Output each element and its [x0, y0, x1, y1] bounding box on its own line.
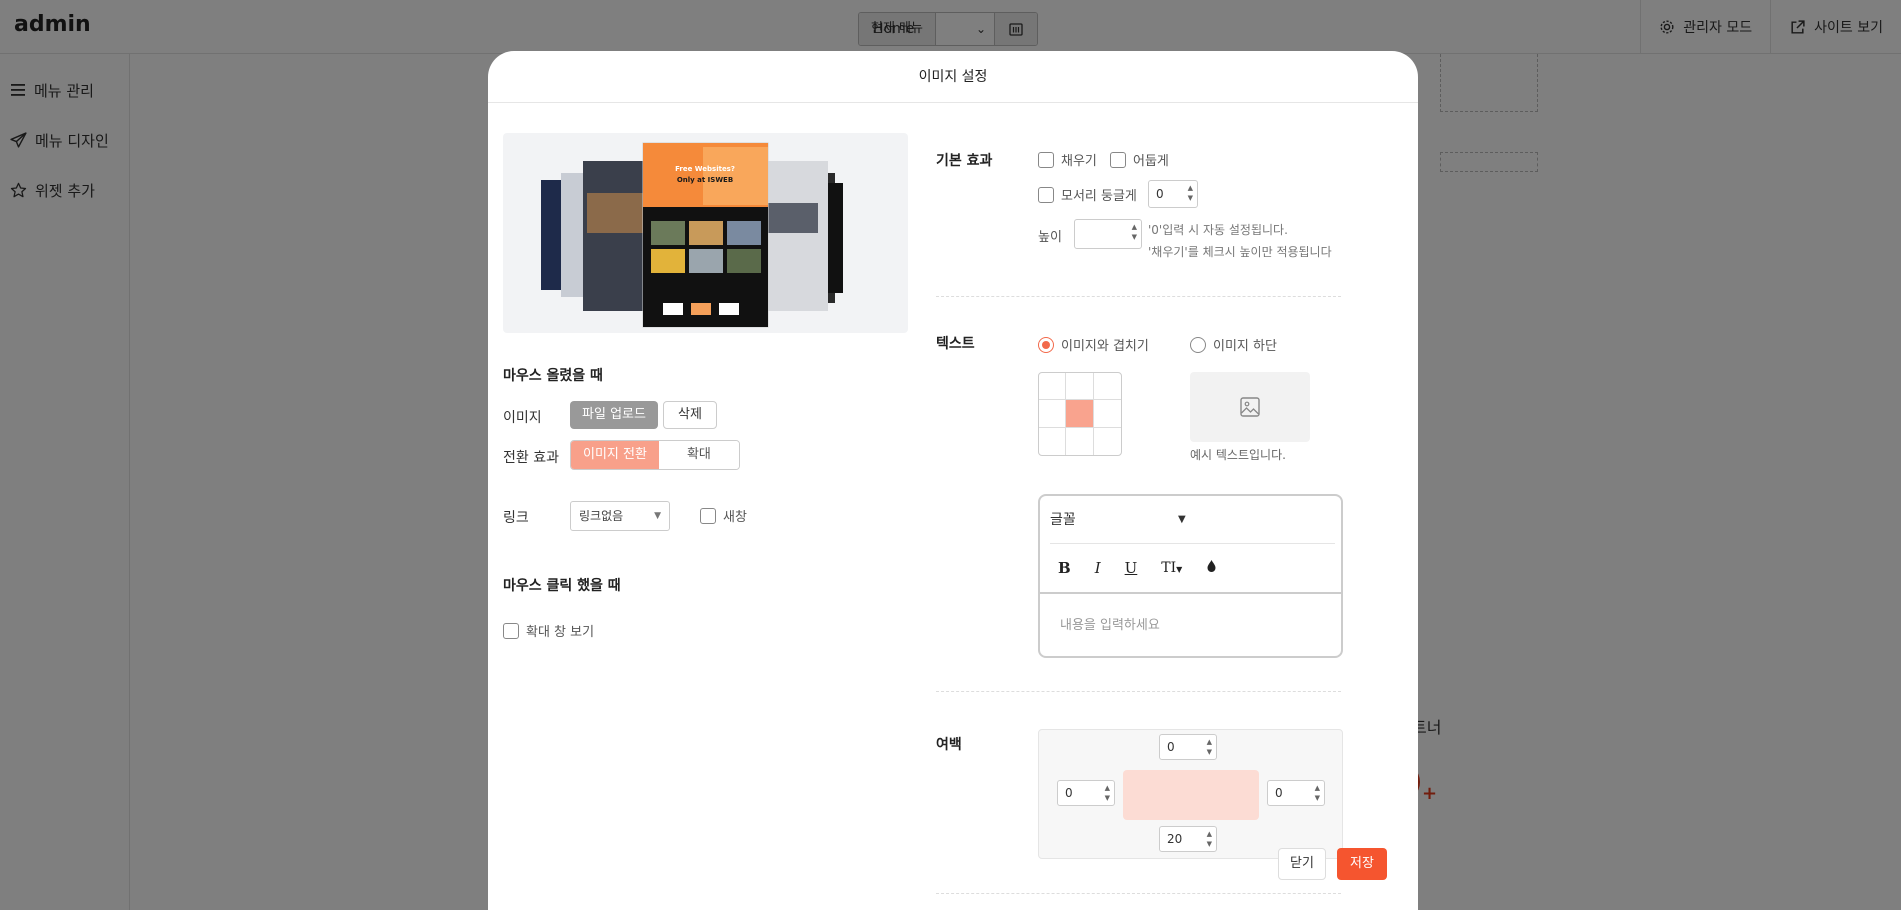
height-hint-line1: '0'입력 시 자동 설정됩니다.	[1148, 223, 1288, 237]
image-icon	[1240, 397, 1260, 417]
section-divider	[936, 691, 1341, 692]
text-color-button[interactable]	[1206, 559, 1217, 577]
bold-button[interactable]: B	[1058, 559, 1071, 577]
height-input[interactable]: ▲ ▼	[1074, 219, 1142, 249]
dark-checkbox[interactable]: 어둡게	[1110, 150, 1169, 169]
close-button[interactable]: 닫기	[1278, 848, 1326, 880]
zoom-view-checkbox[interactable]: 확대 창 보기	[503, 621, 594, 640]
file-upload-button[interactable]: 파일 업로드	[570, 401, 658, 429]
preview-subheadline: Only at ISWEB	[677, 176, 733, 184]
link-label: 링크	[503, 510, 529, 526]
height-hint-line2: '채우기'를 체크시 높이만 적용됩니다	[1148, 245, 1332, 259]
text-editor: 글꼴 ▼ B I U TI▼ 내용을 입력하세요	[1038, 494, 1343, 658]
modal-title: 이미지 설정	[488, 51, 1418, 103]
underline-button[interactable]: U	[1125, 559, 1138, 577]
rounded-corners-input[interactable]: 0 ▲ ▼	[1148, 180, 1198, 208]
spinner-arrows-icon[interactable]: ▲ ▼	[1188, 183, 1193, 203]
checkbox-box[interactable]	[503, 622, 519, 639]
click-section-title: 마우스 클릭 했을 때	[503, 578, 621, 594]
link-select[interactable]: 링크없음 ▼	[570, 501, 670, 531]
spinner-arrows-icon[interactable]: ▲ ▼	[1132, 222, 1137, 242]
text-alignment-grid	[1038, 372, 1122, 456]
checkbox-box[interactable]	[1038, 186, 1054, 203]
transition-option-zoom[interactable]: 확대	[658, 441, 739, 469]
font-select-label: 글꼴	[1050, 512, 1076, 528]
transition-option-image-switch[interactable]: 이미지 전환	[571, 441, 659, 469]
italic-button[interactable]: I	[1095, 559, 1101, 577]
spinner-arrows-icon[interactable]: ▲ ▼	[1207, 829, 1212, 849]
zoom-view-label: 확대 창 보기	[526, 625, 595, 640]
basic-effect-title: 기본 효과	[936, 153, 993, 169]
text-preview-placeholder	[1190, 372, 1310, 442]
font-size-label: TI	[1161, 560, 1177, 576]
dark-label: 어둡게	[1133, 154, 1169, 169]
caret-down-icon: ▼	[1176, 565, 1183, 574]
text-position-overlay-radio[interactable]: 이미지와 겹치기	[1038, 335, 1149, 354]
fill-checkbox[interactable]: 채우기	[1038, 150, 1097, 169]
align-cell-bottom-left[interactable]	[1039, 427, 1067, 455]
new-window-checkbox[interactable]: 새창	[700, 506, 747, 525]
text-position-below-label: 이미지 하단	[1213, 339, 1277, 354]
hover-section-title: 마우스 올렸을 때	[503, 368, 603, 384]
align-cell-middle-center[interactable]	[1066, 400, 1094, 428]
save-button[interactable]: 저장	[1337, 848, 1387, 880]
margin-editor: 0 ▲ ▼ 0 ▲ ▼ 0 ▲ ▼ 20 ▲ ▼	[1038, 729, 1343, 859]
editor-content-input[interactable]: 내용을 입력하세요	[1040, 592, 1341, 656]
spinner-arrows-icon[interactable]: ▲ ▼	[1207, 737, 1212, 757]
transition-effect-toggle: 이미지 전환 확대	[570, 440, 740, 470]
radio-dot[interactable]	[1190, 336, 1206, 353]
image-label: 이미지	[503, 410, 542, 426]
delete-image-button[interactable]: 삭제	[663, 401, 717, 429]
droplet-icon	[1207, 560, 1216, 572]
caret-down-icon: ▼	[1178, 514, 1186, 525]
preview-headline: Free Websites?	[675, 165, 735, 173]
margin-section-title: 여백	[936, 737, 962, 753]
align-cell-bottom-right[interactable]	[1094, 428, 1121, 455]
margin-bottom-value: 20	[1167, 832, 1183, 846]
link-select-value: 링크없음	[579, 509, 624, 523]
spinner-arrows-icon[interactable]: ▲ ▼	[1105, 783, 1110, 803]
align-cell-middle-left[interactable]	[1039, 400, 1067, 428]
checkbox-box[interactable]	[700, 507, 716, 524]
rounded-corners-label: 모서리 둥글게	[1061, 189, 1137, 204]
spinner-arrows-icon[interactable]: ▲ ▼	[1315, 783, 1320, 803]
sample-text: 예시 텍스트입니다.	[1190, 448, 1286, 462]
font-size-button[interactable]: TI▼	[1161, 560, 1182, 576]
text-section-title: 텍스트	[936, 336, 975, 352]
text-position-overlay-label: 이미지와 겹치기	[1061, 339, 1149, 354]
caret-down-icon: ▼	[654, 511, 661, 521]
transition-effect-label: 전환 효과	[503, 450, 559, 466]
fill-label: 채우기	[1061, 154, 1097, 169]
rounded-corners-checkbox[interactable]: 모서리 둥글게	[1038, 185, 1137, 204]
image-settings-modal: 이미지 설정 Free Websites? Only at ISWEB 마우스 …	[488, 51, 1418, 910]
margin-left-value: 0	[1065, 786, 1073, 800]
margin-bottom-input[interactable]: 20 ▲ ▼	[1159, 826, 1217, 852]
image-preview: Free Websites? Only at ISWEB	[503, 133, 908, 333]
margin-left-input[interactable]: 0 ▲ ▼	[1057, 780, 1115, 806]
align-cell-middle-right[interactable]	[1093, 400, 1121, 428]
section-divider	[936, 893, 1341, 894]
rounded-corners-value: 0	[1156, 187, 1164, 201]
margin-right-value: 0	[1275, 786, 1283, 800]
align-cell-top-center[interactable]	[1066, 373, 1094, 401]
section-divider	[936, 296, 1341, 297]
align-cell-top-right[interactable]	[1093, 373, 1121, 401]
website-mockup-illustration: Free Websites? Only at ISWEB	[541, 142, 843, 328]
checkbox-box[interactable]	[1038, 151, 1054, 168]
font-select[interactable]: 글꼴 ▼	[1050, 496, 1335, 544]
checkbox-box[interactable]	[1110, 151, 1126, 168]
margin-top-input[interactable]: 0 ▲ ▼	[1159, 734, 1217, 760]
align-cell-bottom-center[interactable]	[1066, 427, 1094, 455]
new-window-label: 새창	[723, 510, 747, 525]
radio-dot[interactable]	[1038, 336, 1054, 353]
margin-top-value: 0	[1167, 740, 1175, 754]
editor-toolbar: B I U TI▼	[1050, 544, 1217, 592]
margin-right-input[interactable]: 0 ▲ ▼	[1267, 780, 1325, 806]
margin-content-area	[1123, 770, 1259, 820]
align-cell-top-left[interactable]	[1039, 373, 1067, 401]
height-label: 높이	[1038, 230, 1062, 245]
text-position-below-radio[interactable]: 이미지 하단	[1190, 335, 1277, 354]
